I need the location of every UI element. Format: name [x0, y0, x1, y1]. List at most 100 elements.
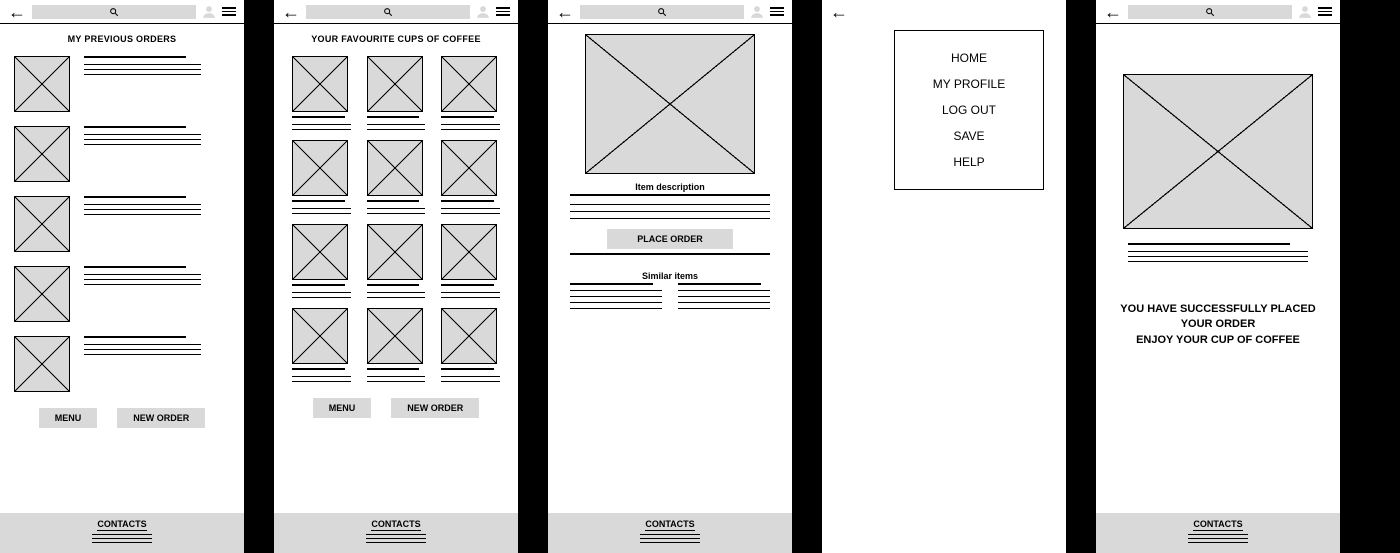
card-text: [441, 116, 500, 130]
image-placeholder: [14, 126, 70, 182]
menu-item-profile[interactable]: MY PROFILE: [895, 71, 1043, 97]
success-desc: [1128, 243, 1308, 262]
back-arrow-icon[interactable]: ←: [282, 3, 300, 21]
card-text: [367, 368, 426, 382]
similar-items: [570, 283, 770, 309]
hamburger-icon[interactable]: [1318, 7, 1332, 16]
back-arrow-icon[interactable]: ←: [830, 3, 848, 21]
back-arrow-icon[interactable]: ←: [1104, 3, 1122, 21]
order-text: [84, 266, 230, 322]
contacts-link[interactable]: CONTACTS: [97, 519, 146, 531]
image-placeholder: [441, 224, 497, 280]
top-bar: ←: [822, 0, 1066, 24]
card-text: [441, 200, 500, 214]
similar-item[interactable]: [570, 283, 662, 309]
image-placeholder: [367, 224, 423, 280]
new-order-button[interactable]: NEW ORDER: [391, 398, 479, 418]
order-row[interactable]: [14, 266, 230, 322]
back-arrow-icon[interactable]: ←: [556, 3, 574, 21]
item-card[interactable]: [441, 224, 500, 298]
search-input[interactable]: [306, 5, 470, 19]
order-row[interactable]: [14, 126, 230, 182]
footer: CONTACTS: [0, 513, 244, 553]
button-row: MENU NEW ORDER: [0, 398, 244, 436]
image-placeholder: [14, 56, 70, 112]
menu-item-home[interactable]: HOME: [895, 45, 1043, 71]
similar-item[interactable]: [678, 283, 770, 309]
avatar-icon[interactable]: [1298, 5, 1312, 19]
contacts-link[interactable]: CONTACTS: [645, 519, 694, 531]
order-text: [84, 196, 230, 252]
image-placeholder: [292, 224, 348, 280]
menu-item-logout[interactable]: LOG OUT: [895, 97, 1043, 123]
avatar-icon[interactable]: [476, 5, 490, 19]
top-bar: ←: [274, 0, 518, 24]
item-card[interactable]: [441, 56, 500, 130]
card-text: [367, 116, 426, 130]
similar-items-label: Similar items: [642, 271, 698, 281]
favourites-grid: [274, 50, 518, 388]
hamburger-icon[interactable]: [222, 7, 236, 16]
order-row[interactable]: [14, 196, 230, 252]
search-input[interactable]: [1128, 5, 1292, 19]
order-text: [84, 126, 230, 182]
contacts-link[interactable]: CONTACTS: [371, 519, 420, 531]
menu-button[interactable]: MENU: [313, 398, 372, 418]
item-description-label: Item description: [635, 182, 705, 192]
screen-favourites: ← YOUR FAVOURITE CUPS OF COFFEE: [274, 0, 518, 553]
card-text: [292, 284, 351, 298]
item-card[interactable]: [292, 140, 351, 214]
item-card[interactable]: [441, 308, 500, 382]
image-placeholder: [441, 56, 497, 112]
order-row[interactable]: [14, 336, 230, 392]
success-line: YOUR ORDER: [1181, 318, 1256, 330]
card-text: [441, 368, 500, 382]
success-line: YOU HAVE SUCCESSFULLY PLACED: [1120, 303, 1315, 315]
place-order-button[interactable]: PLACE ORDER: [607, 229, 733, 249]
back-arrow-icon[interactable]: ←: [8, 3, 26, 21]
search-icon: [1205, 7, 1215, 17]
order-text: [84, 336, 230, 392]
item-image: [585, 34, 755, 174]
image-placeholder: [367, 140, 423, 196]
card-text: [367, 200, 426, 214]
success-area: YOU HAVE SUCCESSFULLY PLACED YOUR ORDER …: [1096, 24, 1340, 348]
order-text: [84, 56, 230, 112]
divider: [570, 194, 770, 196]
screen-previous-orders: ← MY PREVIOUS ORDERS: [0, 0, 244, 553]
item-card[interactable]: [292, 56, 351, 130]
button-row: MENU NEW ORDER: [274, 388, 518, 426]
image-placeholder: [367, 308, 423, 364]
screen-order-success: ← YOU HAVE SUCCESSFULLY PLACED YOUR ORDE…: [1096, 0, 1340, 553]
item-card[interactable]: [367, 308, 426, 382]
card-text: [292, 200, 351, 214]
card-text: [292, 368, 351, 382]
search-input[interactable]: [32, 5, 196, 19]
search-icon: [109, 7, 119, 17]
item-description-text: [570, 204, 770, 219]
image-placeholder: [292, 56, 348, 112]
top-bar: ←: [0, 0, 244, 24]
orders-list: [0, 50, 244, 398]
menu-item-help[interactable]: HELP: [895, 149, 1043, 175]
avatar-icon[interactable]: [750, 5, 764, 19]
hamburger-icon[interactable]: [496, 7, 510, 16]
item-card[interactable]: [367, 56, 426, 130]
success-line: ENJOY YOUR CUP OF COFFEE: [1136, 334, 1300, 346]
avatar-icon[interactable]: [202, 5, 216, 19]
item-card[interactable]: [292, 224, 351, 298]
new-order-button[interactable]: NEW ORDER: [117, 408, 205, 428]
menu-item-save[interactable]: SAVE: [895, 123, 1043, 149]
item-card[interactable]: [367, 224, 426, 298]
top-bar: ←: [548, 0, 792, 24]
hamburger-icon[interactable]: [770, 7, 784, 16]
image-placeholder: [14, 336, 70, 392]
item-card[interactable]: [292, 308, 351, 382]
contacts-link[interactable]: CONTACTS: [1193, 519, 1242, 531]
page-title: MY PREVIOUS ORDERS: [0, 34, 244, 44]
item-card[interactable]: [441, 140, 500, 214]
order-row[interactable]: [14, 56, 230, 112]
menu-button[interactable]: MENU: [39, 408, 98, 428]
search-input[interactable]: [580, 5, 744, 19]
item-card[interactable]: [367, 140, 426, 214]
